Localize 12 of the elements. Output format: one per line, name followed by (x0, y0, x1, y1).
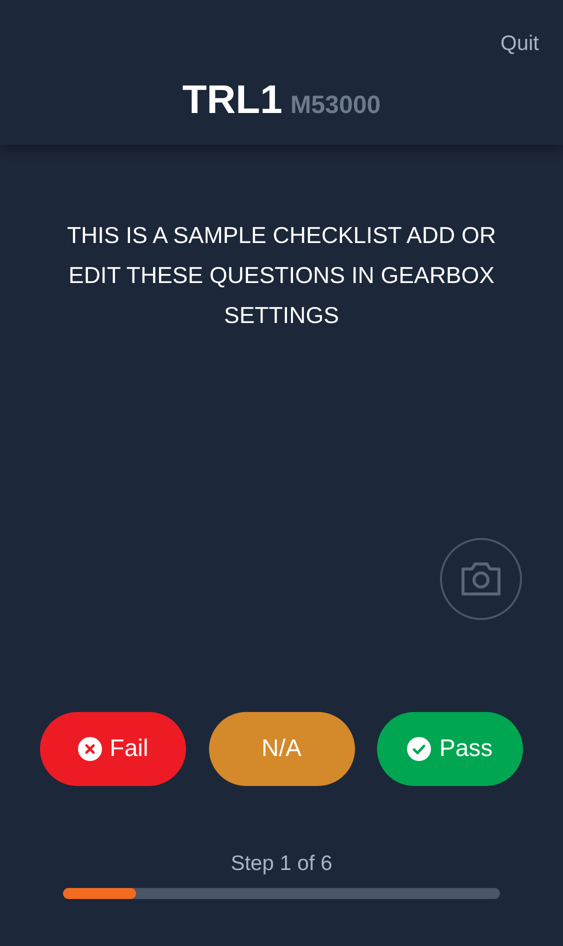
x-circle-icon (78, 737, 102, 761)
camera-icon (459, 560, 503, 598)
answer-button[interactable]: N/A (208, 712, 354, 786)
step-label: Step 1 of 6 (230, 851, 332, 877)
quit-button[interactable]: Quit (500, 28, 539, 60)
answer-button[interactable]: Pass (377, 712, 523, 786)
title: TRL1 (182, 80, 282, 120)
answer-button[interactable]: Fail (40, 712, 186, 786)
question-text: THIS IS A SAMPLE CHECKLIST ADD OR EDIT THESE QUESTIONS IN GEARBOX SETTINGS (66, 221, 496, 330)
check-circle-icon (407, 737, 432, 761)
subtitle: M53000 (290, 92, 381, 118)
camera-button[interactable] (440, 538, 522, 620)
